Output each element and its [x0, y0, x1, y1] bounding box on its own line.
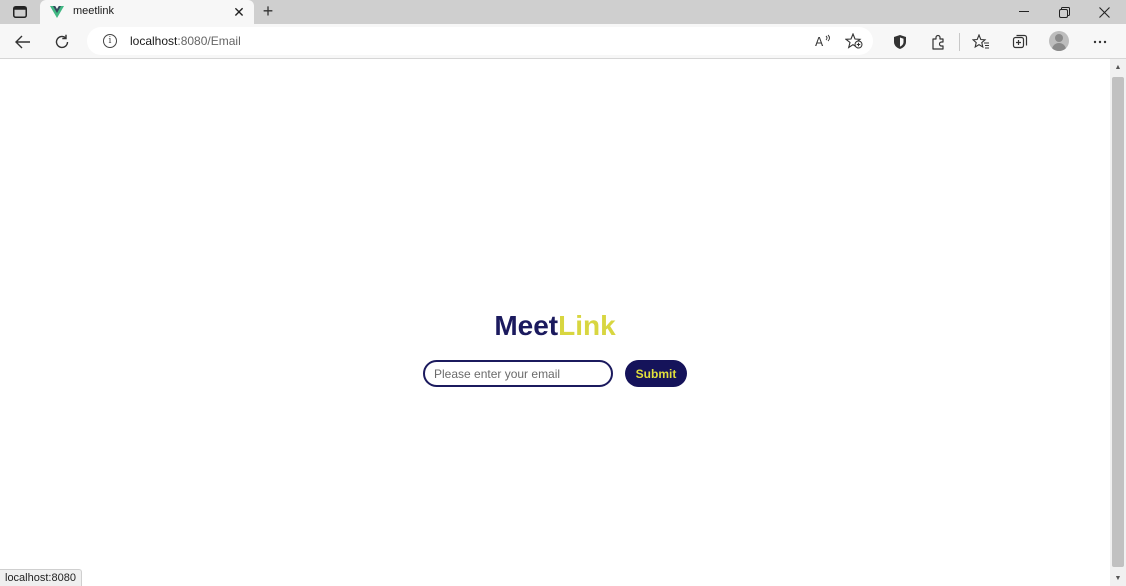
scroll-down-arrow-icon[interactable]: ▼	[1110, 570, 1126, 586]
url-host: localhost	[130, 34, 178, 48]
more-options-icon[interactable]	[1086, 28, 1114, 56]
new-tab-button[interactable]: +	[258, 1, 278, 21]
submit-button[interactable]: Submit	[625, 360, 687, 387]
svg-text:A: A	[815, 35, 824, 48]
email-input[interactable]	[423, 360, 613, 387]
status-bar-url: localhost:8080	[0, 569, 82, 586]
site-info-icon[interactable]: i	[103, 34, 117, 48]
close-tab-icon[interactable]: ✕	[230, 3, 248, 21]
scroll-thumb[interactable]	[1112, 77, 1124, 567]
close-window-icon[interactable]	[1084, 0, 1124, 24]
active-tab[interactable]: meetlink ✕	[40, 0, 254, 24]
vue-logo-icon	[50, 5, 64, 19]
shield-icon[interactable]	[886, 28, 914, 56]
tab-title: meetlink	[73, 5, 114, 17]
brand-link: Link	[558, 310, 616, 341]
scroll-up-arrow-icon[interactable]: ▲	[1110, 59, 1126, 75]
profile-avatar[interactable]	[1049, 31, 1069, 51]
url-text[interactable]: localhost:8080/Email	[130, 34, 241, 48]
vertical-scrollbar[interactable]: ▲ ▼	[1110, 59, 1126, 586]
tab-strip: meetlink ✕ +	[0, 0, 1126, 24]
address-bar[interactable]: i localhost:8080/Email A	[87, 27, 873, 55]
toolbar-divider	[959, 33, 960, 51]
read-aloud-icon[interactable]: A	[812, 31, 834, 51]
extensions-icon[interactable]	[924, 28, 952, 56]
minimize-icon[interactable]	[1004, 0, 1044, 24]
back-arrow-icon[interactable]	[9, 28, 37, 56]
brand-meet: Meet	[494, 310, 559, 341]
collections-icon[interactable]	[1006, 28, 1034, 56]
refresh-icon[interactable]	[48, 28, 76, 56]
tab-actions-icon[interactable]	[8, 3, 32, 21]
favorites-icon[interactable]	[967, 28, 995, 56]
add-favorite-icon[interactable]	[843, 31, 865, 51]
browser-toolbar: i localhost:8080/Email A	[0, 24, 1126, 59]
page-viewport: MeetLink Submit	[0, 59, 1110, 586]
brand-logo: MeetLink	[0, 310, 1110, 342]
url-path: :8080/Email	[177, 34, 241, 48]
restore-icon[interactable]	[1044, 0, 1084, 24]
